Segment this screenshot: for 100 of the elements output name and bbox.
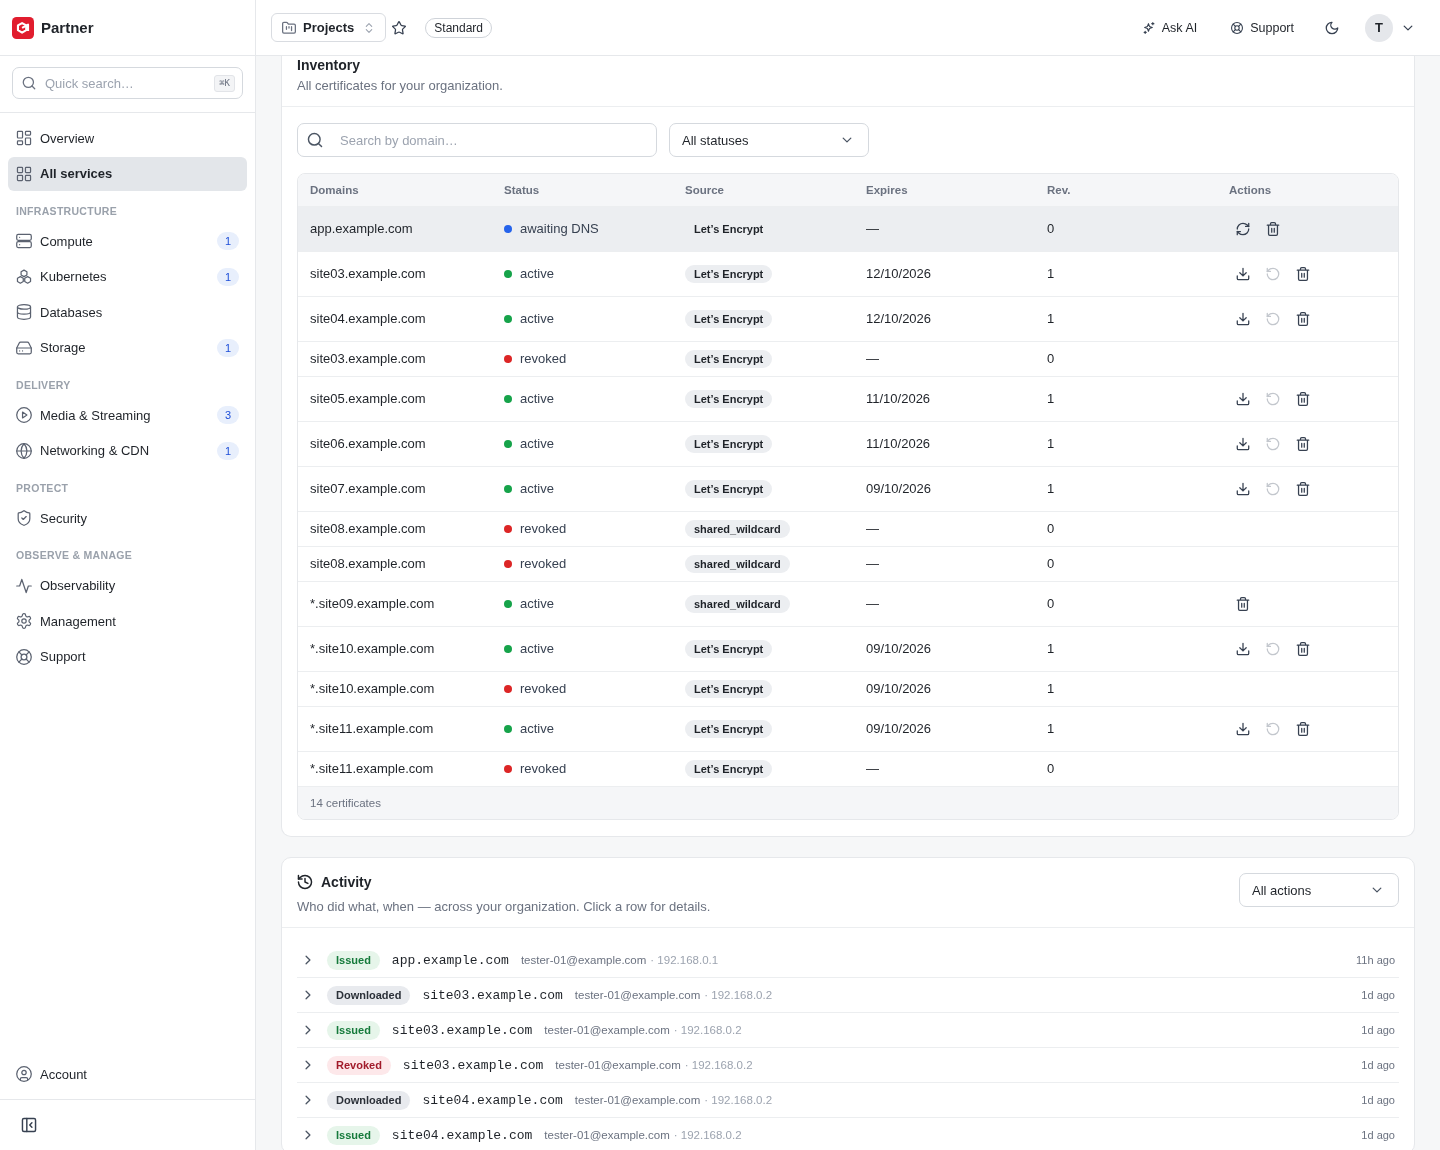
timestamp: 1d ago [1361, 1129, 1395, 1141]
revision-number: 0 [1047, 520, 1055, 538]
revision-number: 1 [1047, 480, 1055, 498]
counterclockwise-arrow-icon [1266, 437, 1280, 451]
source-tag: Let’s Encrypt [685, 480, 773, 498]
download-icon [1236, 267, 1250, 281]
domain-name: site03.example.com [391, 1022, 533, 1038]
status-text: revoked [520, 350, 567, 368]
download-icon [1236, 722, 1250, 736]
nav-item[interactable]: Overview [8, 121, 247, 155]
expiry-date: — [866, 350, 879, 368]
user-email: tester-01@example.com [544, 1129, 670, 1141]
revision-number: 0 [1047, 595, 1055, 613]
grid-icon [16, 165, 32, 182]
column-header: Domains [310, 183, 359, 198]
download-icon [1236, 437, 1250, 451]
counterclockwise-arrow-icon [1266, 267, 1280, 281]
nav-item[interactable]: Media & Streaming 3 [8, 398, 247, 432]
nav-item[interactable]: Support [8, 639, 247, 674]
revision-number: 1 [1047, 310, 1055, 328]
source-tag: Let’s Encrypt [685, 435, 773, 453]
nav-item[interactable]: Account [8, 1057, 247, 1091]
user-email: tester-01@example.com [574, 989, 701, 1001]
domain-name: *.site11.example.com [310, 760, 434, 778]
domain-name: site05.example.com [310, 390, 426, 408]
nav-item[interactable]: Compute 1 [8, 224, 247, 258]
status-filter-select[interactable]: All statuses [669, 123, 869, 157]
timestamp: 11h ago [1356, 954, 1395, 966]
status-text: active [520, 265, 554, 283]
counterclockwise-arrow-icon [1266, 722, 1280, 736]
column-header: Actions [1229, 183, 1272, 198]
dashboard-icon [16, 130, 32, 146]
counterclockwise-arrow-icon [1266, 482, 1280, 496]
status-text: revoked [520, 760, 567, 778]
status-text: active [520, 390, 554, 408]
expiry-date: 09/10/2026 [866, 640, 932, 658]
table-row[interactable]: app.example.com awaiting DNS Let’s Encrypt — 0 [298, 207, 1398, 252]
expiry-date: 11/10/2026 [866, 435, 931, 453]
expiry-date: — [866, 220, 879, 238]
user-email: tester-01@example.com [555, 1059, 681, 1071]
lifebuoy-icon [16, 648, 32, 665]
nav-item[interactable]: Security [8, 501, 247, 535]
action-filter-select[interactable]: All actions [1239, 873, 1399, 907]
trash-icon [1296, 312, 1310, 326]
revision-number: 1 [1047, 390, 1055, 408]
moon-icon [1325, 20, 1339, 35]
column-header: Expires [866, 183, 908, 198]
ip-address: · 192.168.0.1 [650, 954, 719, 966]
trash-icon [1296, 437, 1310, 451]
domain-name: app.example.com [310, 220, 413, 238]
brand-name: Partner [41, 19, 94, 36]
trash-icon [1296, 722, 1310, 736]
domain-name: site07.example.com [310, 480, 426, 498]
column-header: Source [685, 183, 724, 198]
nav-item[interactable]: All services [8, 156, 247, 191]
status-text: active [520, 640, 554, 658]
projects-menu-button[interactable]: Projects [271, 13, 387, 42]
event-badge: Downloaded [327, 1090, 411, 1110]
ask-ai-button[interactable]: Ask AI [1136, 13, 1204, 42]
card-description: Who did what, when — across your organization. Click a row for details. [297, 898, 711, 916]
ip-address: · 192.168.0.2 [704, 1094, 773, 1106]
nav-item[interactable]: Management [8, 604, 247, 638]
expiry-date: — [866, 760, 879, 778]
count-badge: 1 [217, 267, 239, 286]
counterclockwise-arrow-icon [1266, 312, 1280, 326]
expiry-date: — [866, 595, 879, 613]
source-tag: Let’s Encrypt [685, 720, 773, 738]
status-text: active [520, 435, 554, 453]
trash-icon [1236, 597, 1250, 611]
source-tag: Let’s Encrypt [685, 390, 773, 408]
source-tag: shared_wildcard [685, 520, 790, 538]
source-tag: Let’s Encrypt [685, 680, 773, 698]
expiry-date: — [866, 520, 879, 538]
status-text: active [520, 720, 554, 738]
nav-item[interactable]: Observability [8, 568, 247, 603]
domain-name: *.site09.example.com [310, 595, 435, 613]
server-icon [16, 233, 32, 249]
source-tag: Let’s Encrypt [685, 265, 773, 283]
support-button[interactable]: Support [1225, 13, 1300, 42]
domain-name: *.site10.example.com [310, 640, 435, 658]
domain-name: site03.example.com [310, 265, 426, 283]
revision-number: 0 [1047, 555, 1055, 573]
event-badge: Issued [327, 1125, 380, 1145]
source-tag: Let’s Encrypt [685, 760, 773, 778]
shortcut-key: ⌘K [214, 75, 235, 92]
expiry-date: 09/10/2026 [866, 720, 932, 738]
trash-icon [1266, 222, 1280, 236]
avatar-button[interactable]: T [1365, 13, 1393, 42]
trash-icon [1296, 482, 1310, 496]
domain-search-field[interactable]: Search by domain… [297, 123, 657, 157]
card-title: Activity [321, 873, 372, 891]
nav-item[interactable]: Kubernetes 1 [8, 259, 247, 294]
source-tag: Let’s Encrypt [685, 310, 773, 328]
expiry-date: 09/10/2026 [866, 680, 932, 698]
nav-item[interactable]: Networking & CDN 1 [8, 433, 247, 468]
logo-icon [12, 16, 34, 39]
nav-item[interactable]: Storage 1 [8, 330, 247, 365]
nav-item[interactable]: Databases [8, 295, 247, 329]
timestamp: 1d ago [1361, 989, 1395, 1001]
domain-name: site08.example.com [310, 520, 426, 538]
